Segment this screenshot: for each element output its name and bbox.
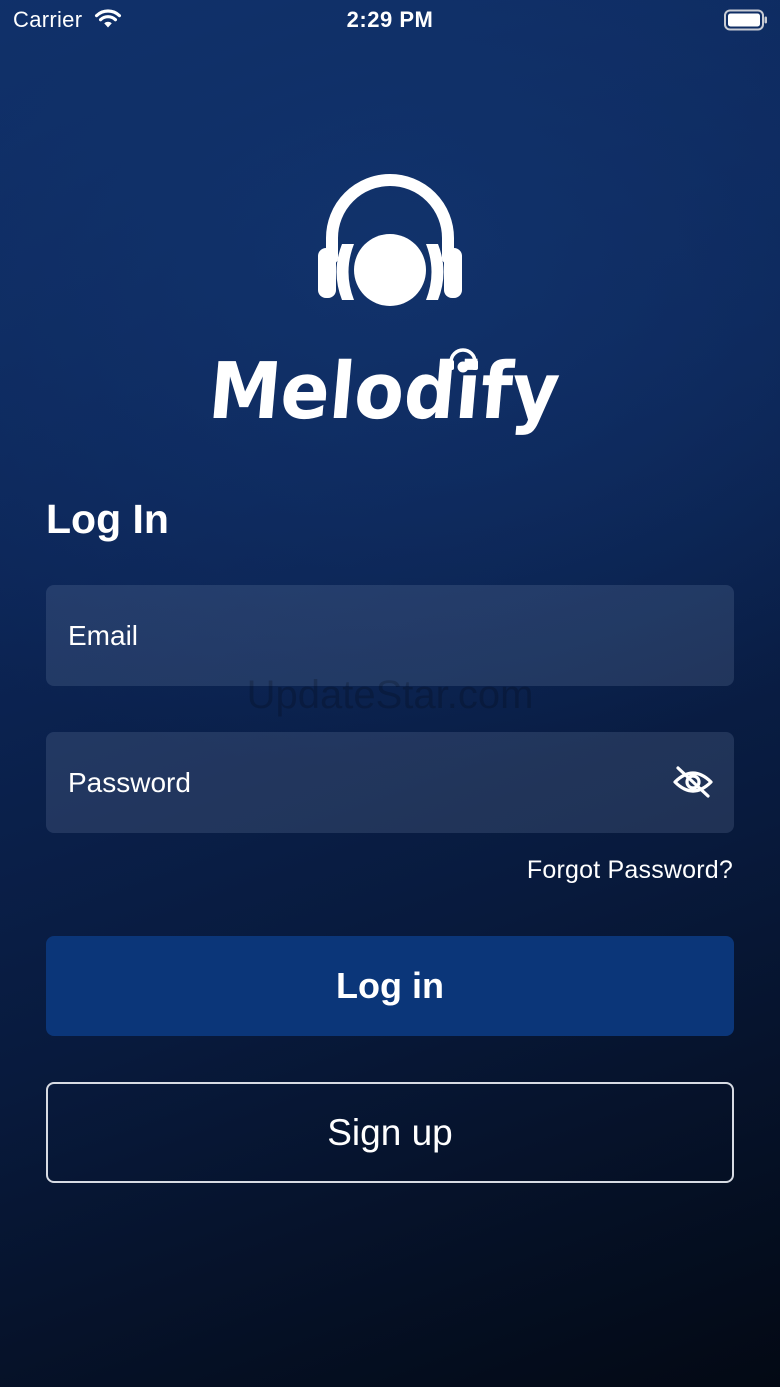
- forgot-password-link[interactable]: Forgot Password?: [527, 856, 733, 885]
- status-bar: Carrier 2:29 PM: [0, 0, 780, 40]
- login-button[interactable]: Log in: [46, 936, 734, 1036]
- status-time: 2:29 PM: [346, 7, 434, 32]
- page-title: Log In: [46, 496, 169, 542]
- app-name: Melodify: [206, 346, 563, 437]
- email-field-container: [46, 585, 734, 686]
- app-name-logo: Melodify: [206, 346, 563, 437]
- headphones-icon: [318, 174, 462, 306]
- signup-button[interactable]: Sign up: [46, 1082, 734, 1183]
- password-field-container: [46, 732, 734, 833]
- login-screen: Carrier 2:29 PM Melodify Log In Email Fo…: [0, 0, 780, 1387]
- battery-icon: [724, 9, 767, 31]
- eye-off-icon[interactable]: [672, 765, 714, 799]
- password-field[interactable]: [46, 732, 734, 833]
- email-field[interactable]: [46, 585, 734, 686]
